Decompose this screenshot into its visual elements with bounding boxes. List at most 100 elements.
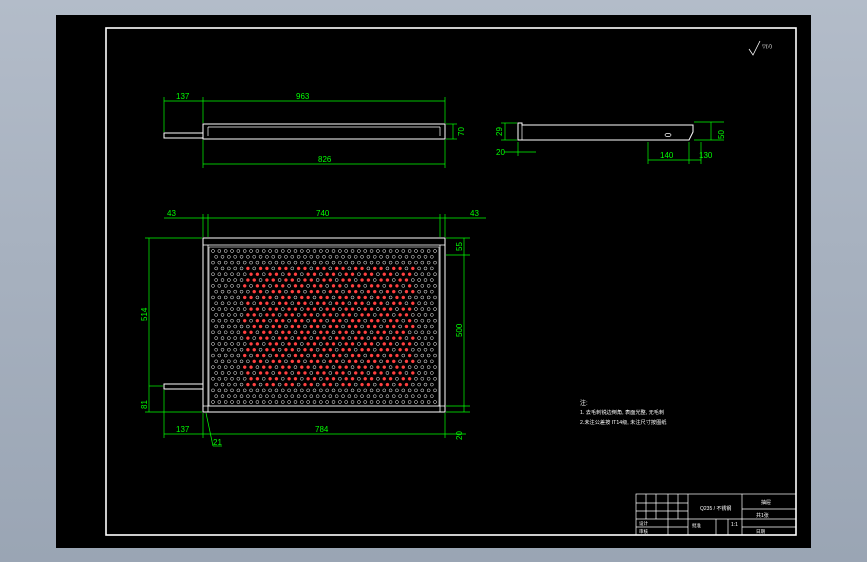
perforation-hole <box>277 301 282 306</box>
perforation-hole <box>223 342 228 346</box>
perforation-hole <box>357 272 361 276</box>
perforation-hole <box>417 347 421 352</box>
perforation-hole <box>322 347 326 352</box>
perforation-hole <box>223 284 228 288</box>
perforation-hole <box>315 289 320 294</box>
perforation-hole <box>214 359 218 364</box>
perforation-hole <box>217 260 222 265</box>
perforation-hole <box>287 365 291 369</box>
perforation-hole <box>363 365 367 369</box>
perforation-hole <box>376 307 380 311</box>
perforation-hole <box>230 249 234 253</box>
perforation-hole <box>404 289 409 294</box>
perforation-hole <box>223 295 228 300</box>
perforation-hole <box>328 394 333 398</box>
perforation-hole <box>255 388 260 393</box>
perforation-hole <box>277 359 282 364</box>
roughness-label: ▽(√) <box>762 43 772 50</box>
perforation-hole <box>233 255 237 259</box>
sheet-border <box>105 27 797 536</box>
perforation-hole <box>357 388 361 393</box>
perforation-hole <box>242 284 247 288</box>
perforation-hole <box>239 336 244 340</box>
perforation-hole <box>379 336 383 340</box>
perforation-hole <box>357 295 361 300</box>
perforation-hole <box>382 284 387 288</box>
perforation-hole <box>322 324 326 329</box>
perforation-hole <box>338 365 342 369</box>
perforation-hole <box>319 260 323 265</box>
perforation-hole <box>363 295 367 300</box>
perforation-hole <box>239 371 244 375</box>
perforation-hole <box>411 278 415 282</box>
perforation-hole <box>372 336 377 340</box>
perforation-hole <box>309 255 314 259</box>
perforation-hole <box>334 371 339 375</box>
perforation-hole <box>379 359 383 364</box>
perforation-hole <box>328 266 333 271</box>
perforation-hole <box>325 260 329 265</box>
perforation-hole <box>227 301 231 306</box>
perforation-hole <box>309 313 314 317</box>
perforation-hole <box>376 330 380 335</box>
perforation-hole <box>363 284 367 288</box>
perforation-hole <box>290 347 295 352</box>
perforation-hole <box>284 347 288 352</box>
perforation-hole <box>398 359 402 364</box>
perforation-hole <box>401 342 406 346</box>
perforation-hole <box>360 278 364 282</box>
perforation-hole <box>404 255 409 259</box>
perforation-hole <box>258 336 263 340</box>
perforation-hole <box>347 347 352 352</box>
perforation-hole <box>411 313 415 317</box>
perforation-hole <box>350 307 355 311</box>
top-view: 137 963 826 70 <box>163 92 466 168</box>
perforation-hole <box>258 394 263 398</box>
perforation-hole <box>258 289 263 294</box>
dim-left-margin: 43 <box>167 209 176 218</box>
perforation-hole <box>312 295 317 300</box>
perforation-hole <box>239 289 244 294</box>
perforation-hole <box>366 394 371 398</box>
perforation-hole <box>363 307 367 311</box>
perforation-hole <box>296 371 301 375</box>
perforation-hole <box>347 324 352 329</box>
side-view: 29 20 140 130 50 <box>495 121 726 164</box>
perforation-hole <box>249 295 253 300</box>
perforation-hole <box>395 272 399 276</box>
perforation-hole <box>255 249 260 253</box>
perforation-hole <box>261 330 266 335</box>
perforation-hole <box>261 318 266 323</box>
front-view-handle <box>163 383 204 390</box>
perforation-hole <box>233 289 237 294</box>
perforation-hole <box>242 272 247 276</box>
perforation-hole <box>261 249 266 253</box>
perforation-hole <box>395 260 399 265</box>
perforation-hole <box>385 371 390 375</box>
perforation-hole <box>372 289 377 294</box>
perforation-hole <box>293 249 298 253</box>
perforation-hole <box>300 272 304 276</box>
perforation-hole <box>246 347 250 352</box>
perforation-hole <box>303 289 307 294</box>
dim-handle-height: 81 <box>140 400 149 409</box>
perforation-hole <box>252 278 256 282</box>
perforation-hole <box>350 272 355 276</box>
perforation-hole <box>265 324 269 329</box>
perforation-hole <box>401 365 406 369</box>
perforation-hole <box>306 377 310 381</box>
perforation-hole <box>388 249 393 253</box>
perforation-hole <box>277 266 282 271</box>
perforation-hole <box>246 266 250 271</box>
perforation-hole <box>227 255 231 259</box>
perforation-hole <box>214 278 218 282</box>
perforation-hole <box>369 330 374 335</box>
perforation-hole <box>287 400 291 404</box>
perforation-hole <box>388 307 393 311</box>
perforation-hole <box>341 255 345 259</box>
perforation-hole <box>369 400 374 404</box>
perforation-hole <box>414 284 418 288</box>
perforation-hole <box>392 382 396 387</box>
perforation-hole <box>258 255 263 259</box>
perforation-hole <box>417 313 421 317</box>
